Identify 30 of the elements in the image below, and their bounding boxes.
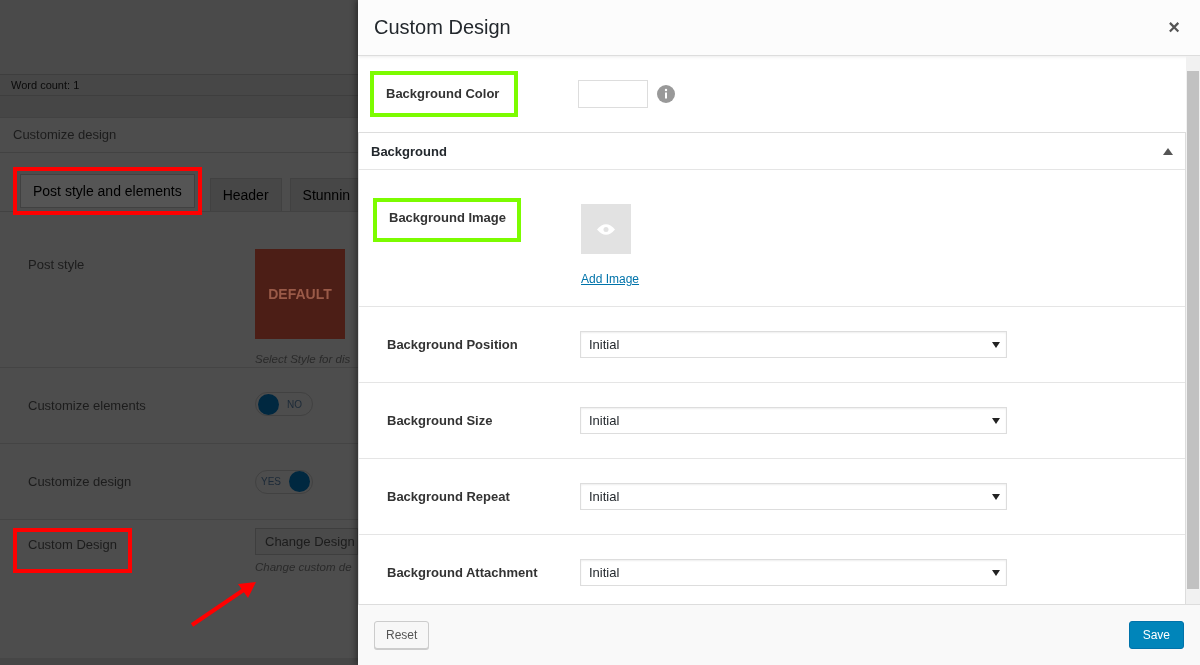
field-label: Background Position xyxy=(387,337,519,352)
image-placeholder[interactable] xyxy=(581,204,631,254)
eye-icon xyxy=(597,223,615,235)
dropdown-arrow-icon xyxy=(992,341,1000,348)
section-title: Background xyxy=(371,143,447,159)
select-field[interactable]: Initial xyxy=(580,559,1007,586)
save-button[interactable]: Save xyxy=(1128,621,1184,649)
tab[interactable]: Post style and elements xyxy=(20,174,195,208)
style-thumbnail[interactable]: DEFAULT xyxy=(255,249,345,339)
field-label: Background Image xyxy=(388,209,508,227)
field-label: Background Color xyxy=(385,85,501,103)
field-label: Background Repeat xyxy=(387,489,511,504)
tab[interactable]: Stunnin xyxy=(289,178,358,211)
color-field[interactable] xyxy=(578,80,648,108)
select-field[interactable]: Initial xyxy=(580,407,1007,434)
field-label: Background Attachment xyxy=(387,565,539,580)
select-field[interactable]: Initial xyxy=(580,483,1007,510)
dialog-title: Custom Design xyxy=(374,16,511,39)
info-icon[interactable] xyxy=(657,85,675,103)
tab[interactable]: Header xyxy=(209,178,282,211)
select-field[interactable]: Initial xyxy=(580,331,1007,358)
scrollbar[interactable] xyxy=(1186,56,1200,604)
collapse-icon[interactable] xyxy=(1163,147,1173,155)
dropdown-arrow-icon xyxy=(992,569,1000,576)
field-label: Background Size xyxy=(387,413,494,428)
add-image-link[interactable]: Add Image xyxy=(581,272,640,286)
close-button[interactable]: × xyxy=(1164,16,1184,39)
dropdown-arrow-icon xyxy=(992,417,1000,424)
reset-button[interactable]: Reset xyxy=(374,621,430,649)
dropdown-arrow-icon xyxy=(992,493,1000,500)
